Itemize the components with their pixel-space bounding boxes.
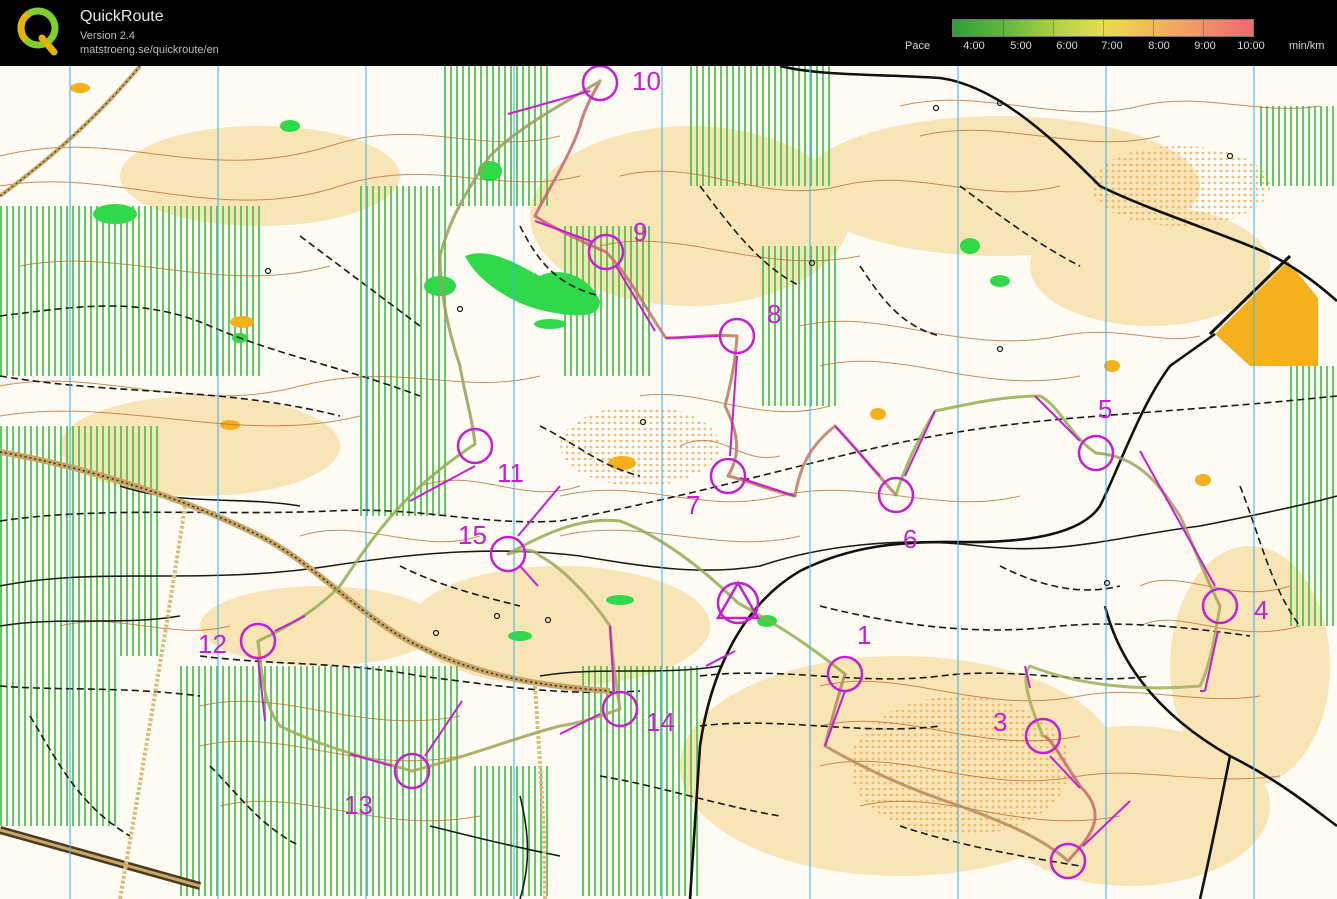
quickroute-logo-icon — [17, 7, 59, 56]
control-number: 6 — [903, 524, 917, 554]
control-number: 11 — [497, 458, 524, 488]
map-view[interactable]: 1 3 4 5 6 7 8 9 10 11 12 13 14 15 — [0, 66, 1337, 899]
orienteering-map[interactable]: 1 3 4 5 6 7 8 9 10 11 12 13 14 15 — [0, 66, 1337, 899]
pace-tick: 5:00 — [1010, 40, 1032, 52]
control-number: 1 — [857, 620, 871, 650]
app-url: matstroeng.se/quickroute/en — [80, 44, 219, 56]
pace-tick: 6:00 — [1056, 40, 1078, 52]
pace-color-bar — [952, 19, 1254, 37]
control-number: 13 — [344, 790, 373, 820]
control-number: 4 — [1254, 595, 1268, 625]
pace-tick: 10:00 — [1237, 40, 1265, 52]
control-number: 15 — [458, 520, 487, 550]
pace-tick: 8:00 — [1148, 40, 1170, 52]
control-number: 5 — [1098, 394, 1112, 424]
control-number: 10 — [632, 66, 661, 96]
control-number: 3 — [993, 707, 1007, 737]
control-number: 9 — [633, 217, 647, 247]
pace-tick: 7:00 — [1101, 40, 1123, 52]
control-number: 7 — [686, 490, 700, 520]
control-number: 12 — [198, 629, 227, 659]
app-header: QuickRoute Version 2.4 matstroeng.se/qui… — [0, 0, 1337, 66]
control-number: 14 — [646, 707, 675, 737]
app-version: Version 2.4 — [80, 30, 136, 42]
pace-tick: 9:00 — [1194, 40, 1216, 52]
pace-unit: min/km — [1289, 40, 1325, 52]
app-title: QuickRoute — [80, 8, 164, 25]
pace-legend-label: Pace — [905, 40, 931, 52]
pace-tick: 4:00 — [963, 40, 985, 52]
control-number: 8 — [767, 299, 781, 329]
pace-ticks: 4:00 5:00 6:00 7:00 8:00 9:00 10:00 — [952, 40, 1272, 54]
